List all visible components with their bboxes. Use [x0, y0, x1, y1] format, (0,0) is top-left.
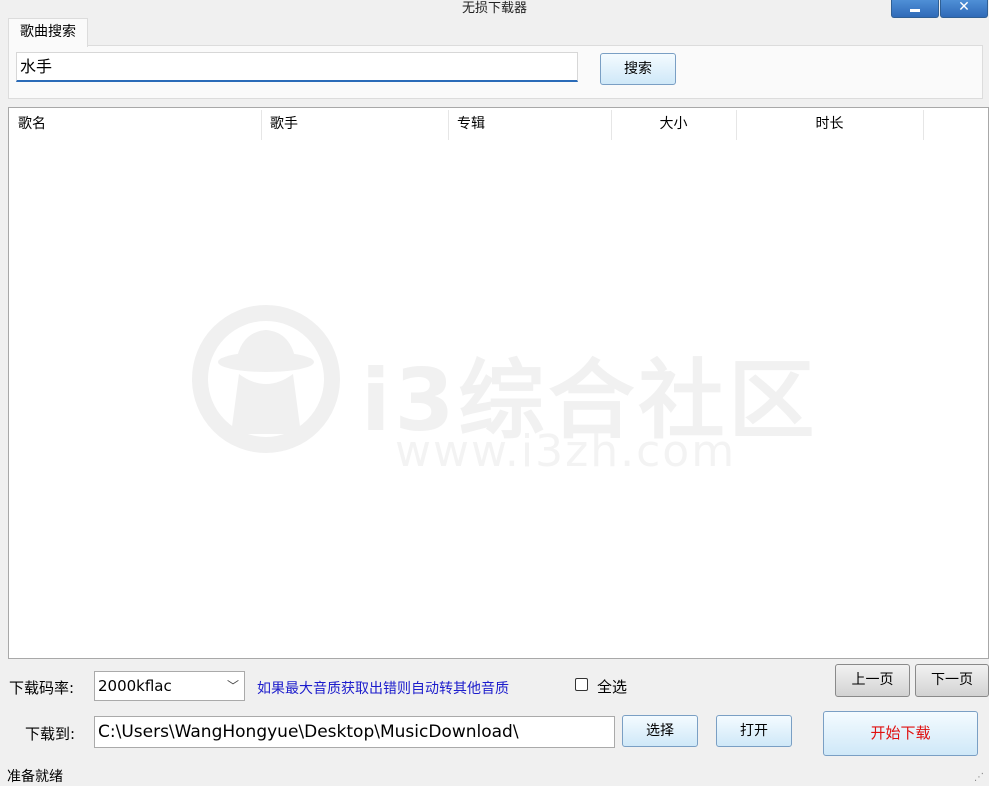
- bitrate-selected-value: 2000kflac: [98, 677, 172, 695]
- bitrate-hint: 如果最大音质获取出错则自动转其他音质: [257, 681, 509, 697]
- result-list[interactable]: 歌名 歌手 专辑 大小 时长 i3综合社区 www.i3zh.com: [8, 107, 989, 659]
- search-input[interactable]: 水手: [16, 52, 578, 82]
- watermark-url: www.i3zh.com: [395, 426, 737, 477]
- open-folder-button[interactable]: 打开: [716, 715, 792, 747]
- next-page-button[interactable]: 下一页: [915, 664, 989, 697]
- column-header-singer[interactable]: 歌手: [261, 108, 448, 140]
- destination-label: 下载到:: [25, 725, 76, 743]
- bitrate-label: 下载码率:: [9, 679, 75, 697]
- bitrate-select[interactable]: 2000kflac ﹀: [94, 671, 245, 701]
- close-icon: ✕: [958, 0, 970, 15]
- choose-folder-button[interactable]: 选择: [622, 715, 698, 747]
- start-download-button[interactable]: 开始下载: [823, 711, 978, 756]
- column-header-duration[interactable]: 时长: [736, 108, 923, 140]
- tab-song-search[interactable]: 歌曲搜索: [8, 18, 88, 47]
- minimize-button[interactable]: [891, 0, 939, 18]
- status-text: 准备就绪: [7, 769, 63, 785]
- column-header-song-name[interactable]: 歌名: [9, 108, 261, 140]
- search-button[interactable]: 搜索: [600, 53, 676, 85]
- resize-grip-icon[interactable]: ⋰: [974, 772, 984, 783]
- destination-path-input[interactable]: C:\Users\WangHongyue\Desktop\MusicDownlo…: [94, 716, 615, 748]
- column-separator[interactable]: [923, 110, 924, 140]
- chevron-down-icon[interactable]: ﹀: [227, 672, 239, 700]
- close-button[interactable]: ✕: [940, 0, 988, 18]
- column-header-size[interactable]: 大小: [611, 108, 736, 140]
- select-all-checkbox[interactable]: [575, 678, 588, 691]
- select-all-label[interactable]: 全选: [597, 676, 627, 697]
- detective-logo-icon: [192, 305, 340, 453]
- window-title: 无损下载器: [461, 1, 527, 16]
- column-header-album[interactable]: 专辑: [448, 108, 611, 140]
- minimize-icon: [910, 9, 920, 12]
- prev-page-button[interactable]: 上一页: [835, 664, 910, 697]
